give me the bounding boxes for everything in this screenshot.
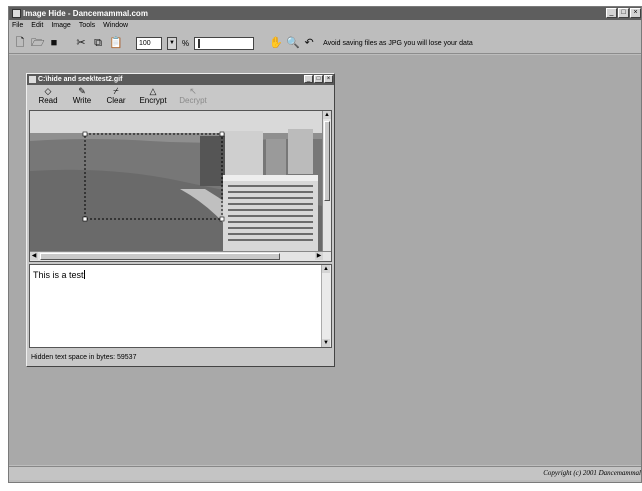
horizontal-scroll-thumb[interactable] — [40, 253, 280, 260]
broom-icon: ⌿ — [113, 86, 119, 96]
save-icon[interactable]: ■ — [48, 37, 60, 49]
document-title: C:\hide and seek\test2.gif — [38, 76, 123, 83]
hidden-text-content[interactable]: This is a test — [33, 270, 85, 280]
app-titlebar[interactable]: Image Hide - Dancemammal.com _ □ × — [9, 7, 641, 20]
key-icon: ↖ — [189, 86, 197, 96]
app-window: Image Hide - Dancemammal.com _ □ × File … — [8, 6, 642, 483]
document-window: C:\hide and seek\test2.gif _ □ × ◇ Read … — [26, 73, 335, 367]
app-icon[interactable] — [12, 9, 21, 18]
scroll-up-arrow[interactable]: ▲ — [323, 111, 331, 119]
open-folder-icon[interactable]: 🗁 — [31, 37, 45, 49]
hand-pan-icon[interactable]: ✋ — [269, 37, 283, 49]
hidden-text-editor[interactable]: This is a test ▲ ▼ — [29, 264, 332, 348]
image-horizontal-scrollbar[interactable]: ◀ ▶ — [30, 251, 331, 261]
copy-icon[interactable]: ⧉ — [92, 37, 104, 49]
document-maximize-button[interactable]: □ — [314, 75, 323, 83]
document-close-button[interactable]: × — [324, 75, 333, 83]
undo-icon[interactable]: ↶ — [303, 37, 315, 49]
vertical-scroll-thumb[interactable] — [324, 121, 330, 201]
hidden-space-status: Hidden text space in bytes: 59537 — [31, 354, 137, 361]
image-vertical-scrollbar[interactable]: ▲ — [322, 111, 331, 251]
window-controls: _ □ × — [606, 8, 641, 18]
clear-label: Clear — [106, 96, 126, 105]
document-toolbar: ◇ Read ✎ Write ⌿ Clear △ Encrypt ↖ Decry… — [27, 86, 334, 109]
text-caret — [83, 270, 85, 279]
copyright-text: Copyright (c) 2001 Dancemammal — [543, 469, 641, 477]
jpg-warning-text: Avoid saving files as JPG you will lose … — [323, 39, 473, 47]
lock-icon: △ — [149, 86, 157, 96]
scroll-left-arrow[interactable]: ◀ — [30, 252, 38, 260]
decrypt-button[interactable]: ↖ Decrypt — [175, 86, 211, 109]
magnify-icon[interactable]: 🔍 — [286, 37, 300, 49]
new-file-icon[interactable]: 🗋 — [14, 37, 26, 49]
mdi-workspace: C:\hide and seek\test2.gif _ □ × ◇ Read … — [9, 55, 641, 465]
clear-button[interactable]: ⌿ Clear — [101, 86, 131, 109]
write-label: Write — [72, 96, 92, 105]
document-minimize-button[interactable]: _ — [304, 75, 313, 83]
text-vertical-scrollbar[interactable]: ▲ ▼ — [321, 265, 331, 347]
cut-icon[interactable]: ✂ — [75, 37, 87, 49]
maximize-button[interactable]: □ — [618, 8, 629, 18]
document-icon[interactable] — [29, 76, 36, 83]
decrypt-label: Decrypt — [179, 96, 207, 105]
menu-edit[interactable]: Edit — [31, 20, 43, 32]
read-icon: ◇ — [44, 86, 52, 96]
menu-window[interactable]: Window — [103, 20, 128, 32]
menubar: File Edit Image Tools Window — [9, 20, 641, 32]
slider-thumb[interactable] — [198, 38, 201, 48]
read-button[interactable]: ◇ Read — [33, 86, 63, 109]
encrypt-label: Encrypt — [139, 96, 167, 105]
zoom-slider[interactable] — [194, 36, 255, 50]
menu-file[interactable]: File — [12, 20, 23, 32]
scroll-right-arrow[interactable]: ▶ — [315, 252, 323, 260]
app-statusbar: Copyright (c) 2001 Dancemammal — [9, 466, 641, 480]
zoom-input[interactable]: 100 — [136, 36, 162, 50]
menu-image[interactable]: Image — [51, 20, 70, 32]
image-canvas[interactable]: ▲ ◀ ▶ — [29, 110, 332, 262]
document-statusbar: Hidden text space in bytes: 59537 — [29, 352, 332, 364]
write-icon: ✎ — [78, 86, 86, 96]
encrypt-button[interactable]: △ Encrypt — [135, 86, 171, 109]
zoom-dropdown-button[interactable]: ▼ — [167, 36, 177, 50]
zoom-unit-label: % — [182, 38, 190, 48]
text-scroll-up-arrow[interactable]: ▲ — [322, 265, 330, 273]
app-title: Image Hide - Dancemammal.com — [23, 9, 148, 18]
paste-icon[interactable]: 📋 — [109, 37, 123, 49]
minimize-button[interactable]: _ — [606, 8, 617, 18]
document-window-controls: _ □ × — [304, 75, 333, 83]
main-toolbar: 🗋 🗁 ■ ✂ ⧉ 📋 100 ▼ % ✋ 🔍 ↶ Avoid saving f… — [9, 33, 641, 54]
hidden-text-value: This is a test — [33, 270, 84, 280]
write-button[interactable]: ✎ Write — [67, 86, 97, 109]
text-scroll-down-arrow[interactable]: ▼ — [322, 339, 330, 347]
beach-photo — [30, 111, 323, 251]
menu-tools[interactable]: Tools — [79, 20, 95, 32]
document-titlebar[interactable]: C:\hide and seek\test2.gif _ □ × — [27, 74, 334, 85]
read-label: Read — [38, 96, 58, 105]
close-button[interactable]: × — [630, 8, 641, 18]
